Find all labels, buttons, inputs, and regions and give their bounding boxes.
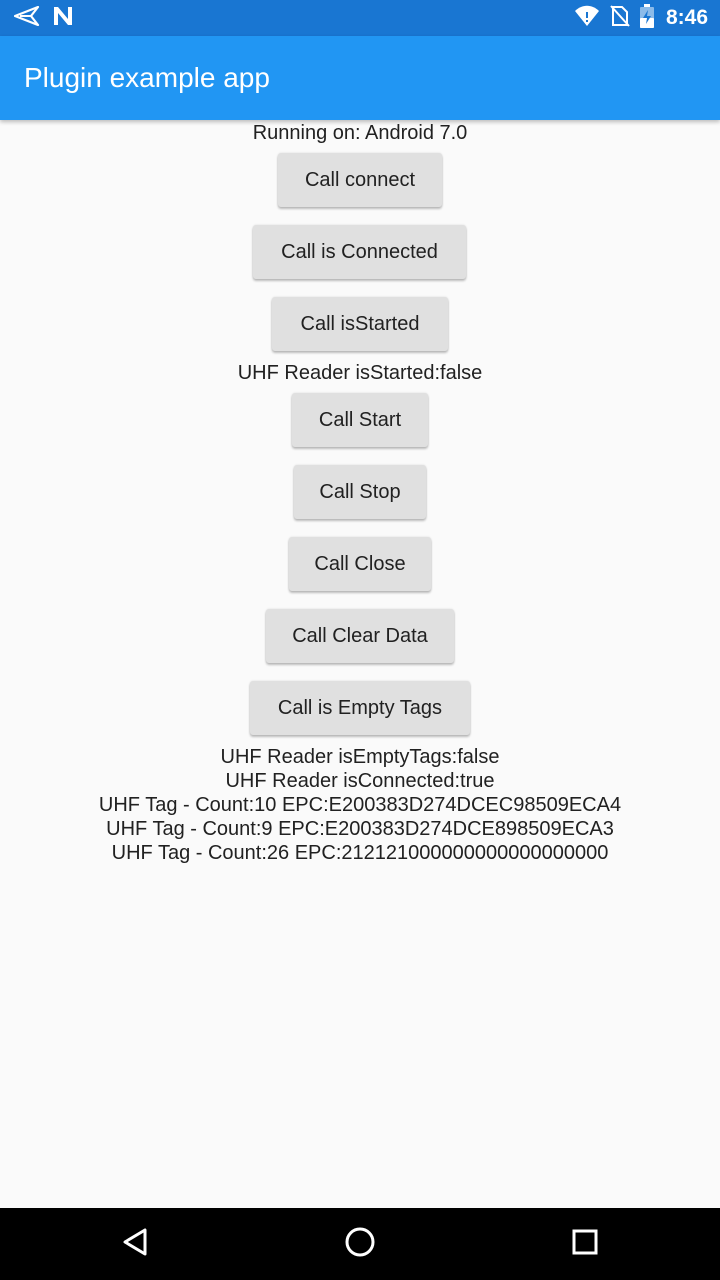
- navigation-bar: [0, 1208, 720, 1280]
- call-stop-button[interactable]: Call Stop: [294, 465, 426, 519]
- is-empty-tags-status-text: UHF Reader isEmptyTags:false: [220, 746, 500, 768]
- send-icon: [13, 5, 40, 30]
- recents-icon: [571, 1228, 599, 1260]
- call-start-button[interactable]: Call Start: [292, 393, 428, 447]
- status-time: 8:46: [665, 6, 708, 29]
- call-is-started-button[interactable]: Call isStarted: [272, 297, 448, 351]
- call-is-empty-tags-button[interactable]: Call is Empty Tags: [250, 681, 470, 735]
- n-notification-icon: [52, 6, 74, 30]
- call-clear-data-button[interactable]: Call Clear Data: [266, 609, 454, 663]
- tag-list-item: UHF Tag - Count:10 EPC:E200383D274DCEC98…: [98, 794, 622, 816]
- tag-list-item: UHF Tag - Count:26 EPC:21212100000000000…: [111, 842, 609, 864]
- home-button[interactable]: [336, 1220, 384, 1268]
- call-connect-button[interactable]: Call connect: [278, 153, 442, 207]
- call-is-connected-button[interactable]: Call is Connected: [253, 225, 466, 279]
- back-button[interactable]: [112, 1220, 160, 1268]
- running-on-text: Running on: Android 7.0: [252, 122, 468, 144]
- tag-list-item: UHF Tag - Count:9 EPC:E200383D274DCE8985…: [106, 818, 614, 840]
- home-icon: [344, 1226, 376, 1262]
- is-connected-status-text: UHF Reader isConnected:true: [225, 770, 495, 792]
- app-bar: Plugin example app: [0, 36, 720, 120]
- main-content: Running on: Android 7.0 Call connect Cal…: [0, 120, 720, 1208]
- is-started-status-text: UHF Reader isStarted:false: [237, 362, 483, 384]
- page-title: Plugin example app: [24, 62, 270, 93]
- call-close-button[interactable]: Call Close: [289, 537, 431, 591]
- wifi-icon: [574, 5, 600, 31]
- recents-button[interactable]: [561, 1220, 609, 1268]
- back-icon: [121, 1227, 151, 1261]
- battery-charging-icon: [639, 4, 654, 32]
- status-bar: 8:46: [0, 0, 720, 36]
- no-sim-icon: [610, 4, 630, 32]
